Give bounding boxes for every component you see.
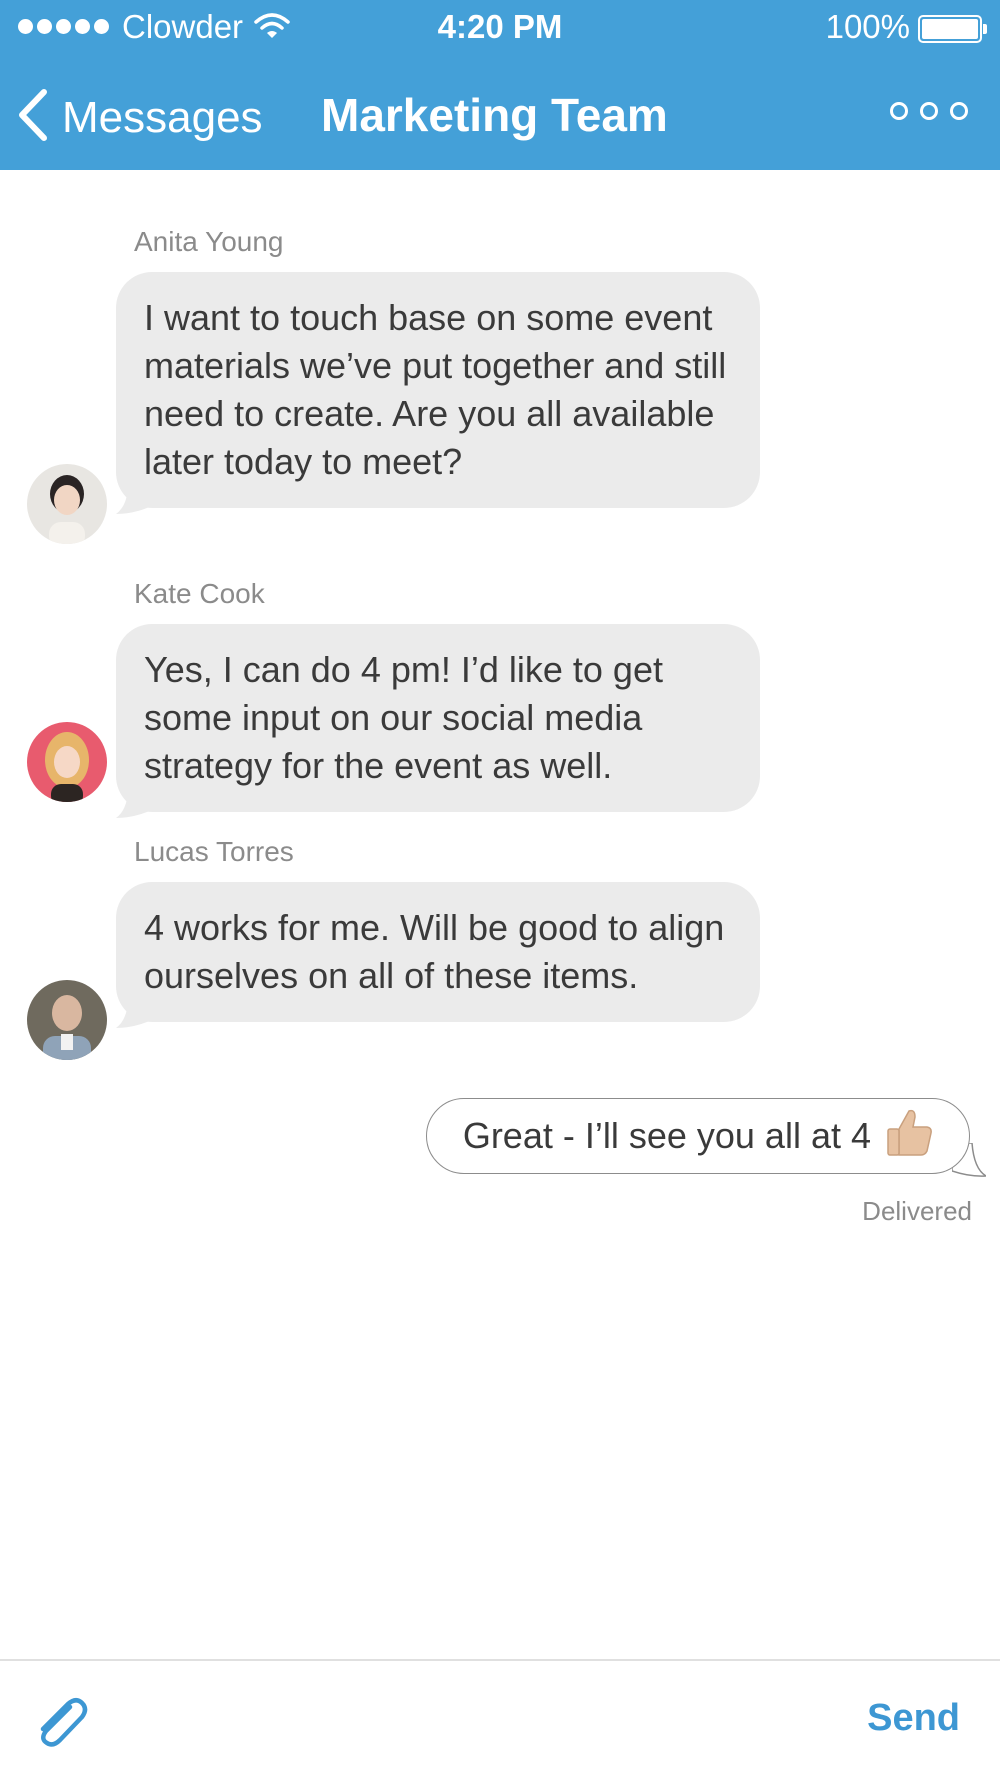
message-text: 4 works for me. Will be good to align ou… — [116, 882, 760, 1022]
message-bubble[interactable]: Yes, I can do 4 pm! I’d like to get some… — [116, 624, 760, 818]
outgoing-message-text: Great - I’ll see you all at 4 — [462, 1115, 871, 1156]
conversation-title: Marketing Team — [321, 89, 668, 141]
sender-name: Anita Young — [134, 226, 284, 257]
delivery-status: Delivered — [862, 1196, 972, 1226]
battery-icon — [918, 15, 987, 43]
avatar[interactable] — [27, 722, 107, 802]
avatar[interactable] — [27, 980, 107, 1060]
outgoing-message-bubble[interactable]: Great - I’ll see you all at 4 — [425, 1098, 986, 1177]
status-bar: Clowder 4:20 PM 100% — [0, 0, 1000, 56]
battery-percent: 100% — [825, 8, 910, 45]
paperclip-icon — [30, 1698, 92, 1757]
more-options-button[interactable] — [890, 102, 968, 120]
sender-name: Lucas Torres — [134, 836, 294, 867]
back-label: Messages — [62, 92, 263, 142]
message-text: I want to touch base on some event mater… — [116, 272, 760, 508]
send-button[interactable]: Send — [867, 1697, 960, 1740]
message-bubble[interactable]: I want to touch base on some event mater… — [116, 272, 760, 514]
message-text: Yes, I can do 4 pm! I’d like to get some… — [116, 624, 760, 812]
nav-header: Clowder 4:20 PM 100% Messages Marketing … — [0, 0, 1000, 170]
message-bubble[interactable]: 4 works for me. Will be good to align ou… — [116, 882, 760, 1028]
chevron-left-icon — [16, 88, 50, 147]
message-composer: Send — [0, 1659, 1000, 1780]
thumbs-up-icon — [885, 1107, 933, 1166]
attach-button[interactable] — [30, 1691, 92, 1758]
sender-name: Kate Cook — [134, 578, 265, 609]
avatar[interactable] — [27, 464, 107, 544]
back-button[interactable]: Messages — [16, 88, 263, 147]
ellipsis-icon — [890, 102, 908, 120]
